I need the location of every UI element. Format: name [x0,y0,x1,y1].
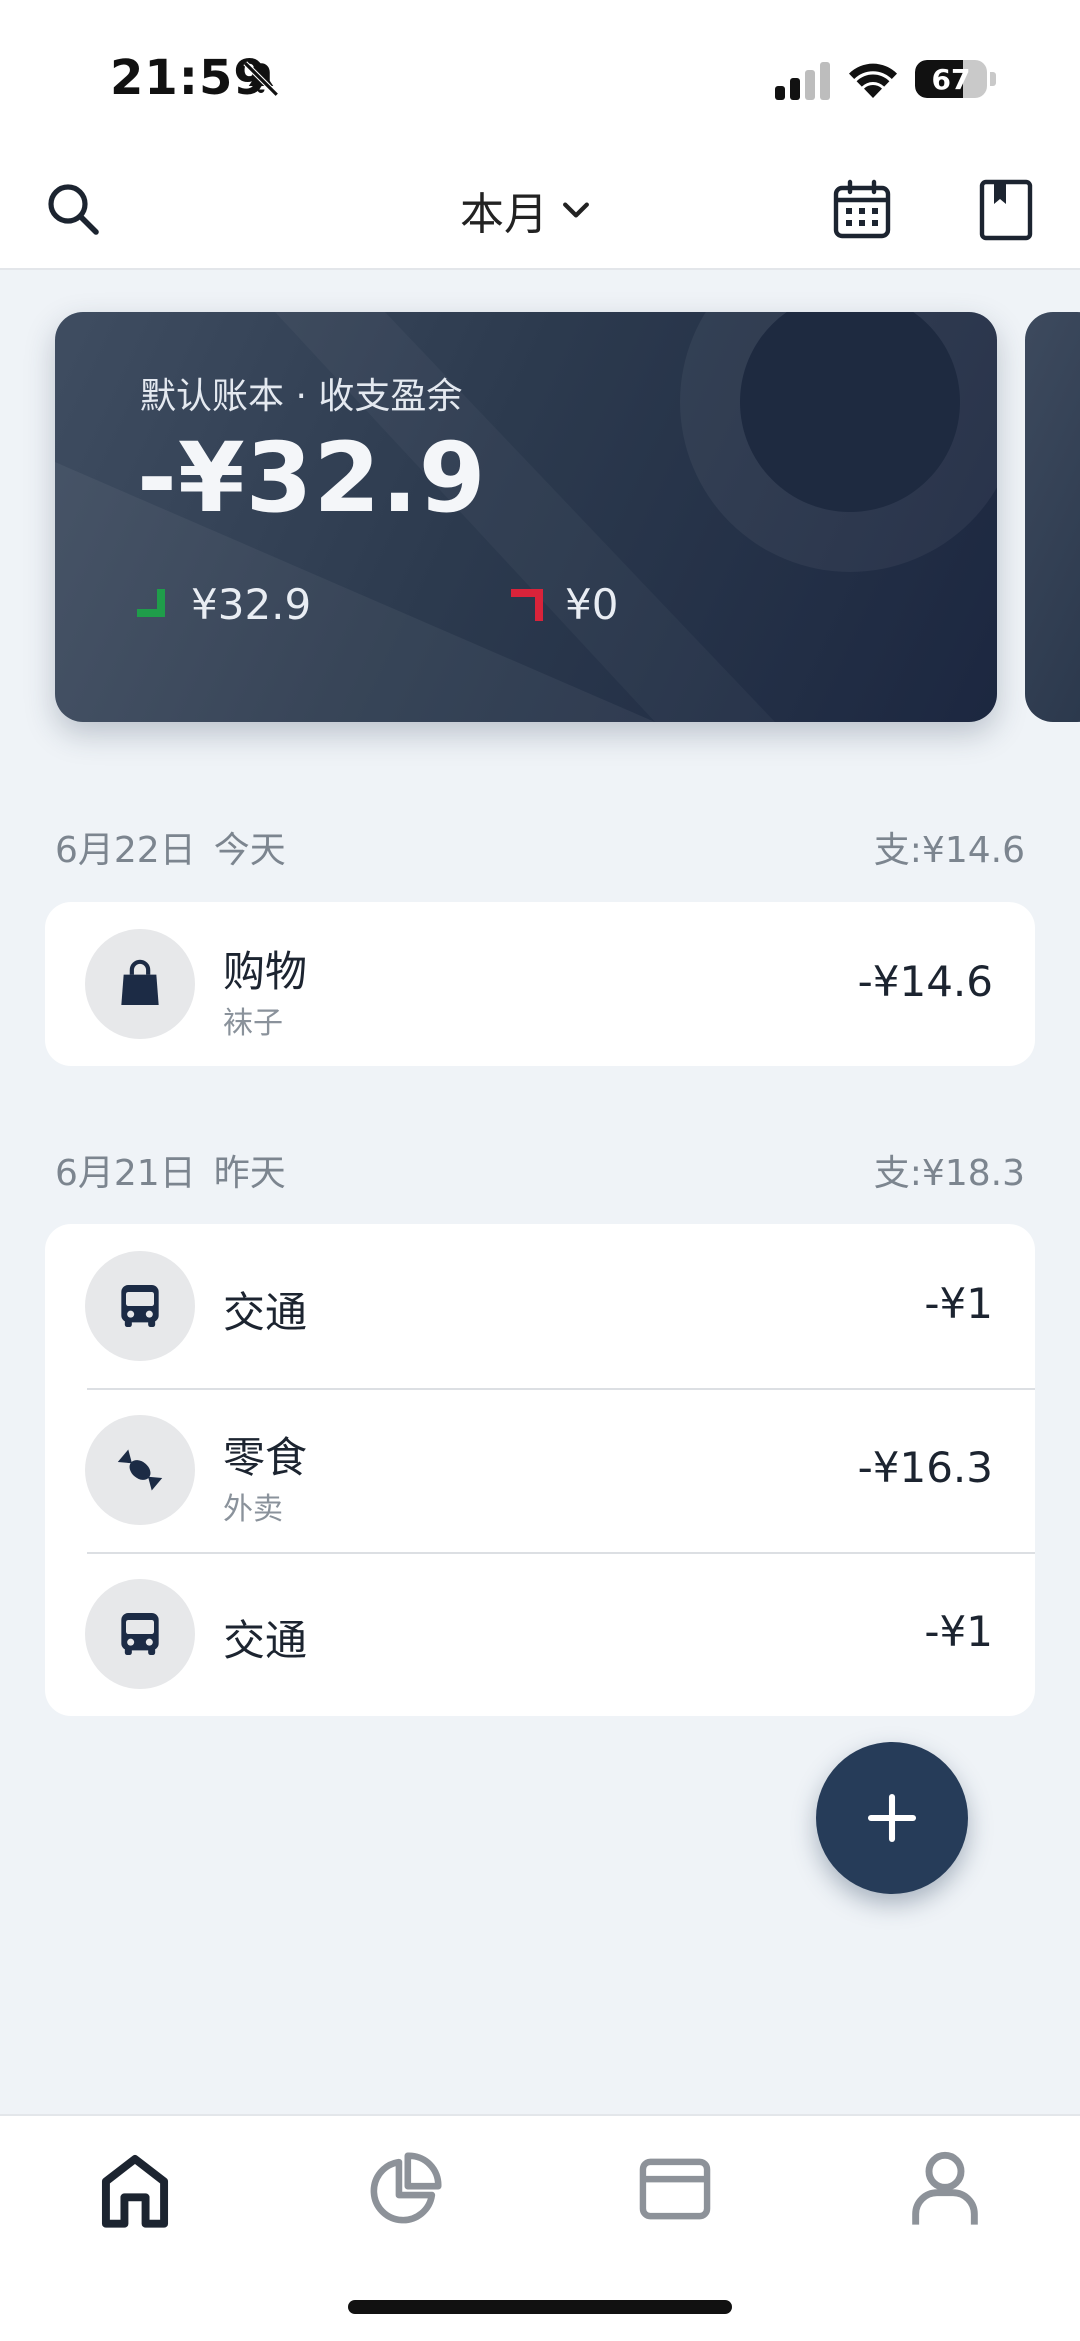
expense-total: ¥32.9 [133,580,311,629]
pie-chart-icon[interactable] [366,2152,442,2228]
period-label: 本月 [460,189,548,240]
add-transaction-button[interactable] [816,1742,968,1894]
signal-icon [775,62,830,100]
day-group-card: 交通 -¥1 零食 外卖 -¥16.3 交通 -¥1 [45,1224,1035,1716]
transaction-category: 交通 [223,1288,308,1337]
day-header: 6月22日 今天 支:¥14.6 [55,822,1025,872]
bus-icon [121,1285,159,1327]
ledger-book-icon[interactable] [978,178,1034,242]
status-bar: 21:59 67 [0,0,1080,150]
wifi-icon [849,63,897,98]
transaction-amount: -¥14.6 [857,957,993,1006]
calendar-icon[interactable] [830,178,894,242]
category-icon-circle [85,1415,195,1525]
shopping-bag-icon [121,959,159,1005]
day-group-card: 购物 袜子 -¥14.6 [45,902,1035,1066]
chevron-down-icon [563,202,589,218]
transaction-amount: -¥1 [924,1279,993,1328]
transaction-note: 袜子 [223,1006,283,1041]
income-corner-icon [511,588,543,621]
battery-cap [990,72,996,86]
transaction-category: 交通 [223,1616,308,1665]
day-relative: 今天 [213,830,286,871]
transaction-row[interactable]: 交通 -¥1 [45,1552,1035,1716]
home-icon[interactable] [98,2152,172,2232]
user-icon[interactable] [910,2150,980,2230]
transaction-note: 外卖 [223,1492,283,1527]
bus-icon [121,1613,159,1655]
expense-amount: ¥32.9 [191,580,312,629]
transaction-amount: -¥1 [924,1607,993,1656]
balance-amount: -¥32.9 [137,422,487,534]
expense-corner-icon [137,588,165,617]
home-indicator[interactable] [348,2300,732,2314]
day-relative: 昨天 [213,1153,286,1194]
period-selector[interactable]: 本月 [460,178,594,242]
card-icon[interactable] [638,2156,712,2222]
transaction-row[interactable]: 购物 袜子 -¥14.6 [45,902,1035,1066]
income-total: ¥0 [507,580,618,629]
transaction-category: 购物 [223,947,308,996]
transaction-amount: -¥16.3 [857,1443,993,1492]
transaction-row[interactable]: 交通 -¥1 [45,1224,1035,1388]
transaction-category: 零食 [223,1433,308,1482]
day-total: 支:¥18.3 [873,1153,1025,1194]
day-date: 6月22日 [55,830,196,871]
candy-icon [117,1449,163,1491]
top-bar: 本月 [0,150,1080,270]
transaction-row[interactable]: 零食 外卖 -¥16.3 [45,1388,1035,1552]
day-total: 支:¥14.6 [873,830,1025,871]
next-card-peek[interactable] [1025,312,1080,722]
category-icon-circle [85,1251,195,1361]
ledger-subtitle: 默认账本 · 收支盈余 [140,376,463,417]
plus-icon [867,1793,917,1843]
day-date: 6月21日 [55,1153,196,1194]
day-header: 6月21日 昨天 支:¥18.3 [55,1145,1025,1195]
income-amount: ¥0 [565,580,619,629]
category-icon-circle [85,929,195,1039]
bell-muted-icon [243,61,279,97]
category-icon-circle [85,1579,195,1689]
battery-indicator: 67 [915,60,987,98]
search-icon[interactable] [44,180,104,240]
battery-percent: 67 [931,62,971,96]
summary-card[interactable]: 默认账本 · 收支盈余 -¥32.9 ¥32.9 ¥0 [55,312,997,722]
